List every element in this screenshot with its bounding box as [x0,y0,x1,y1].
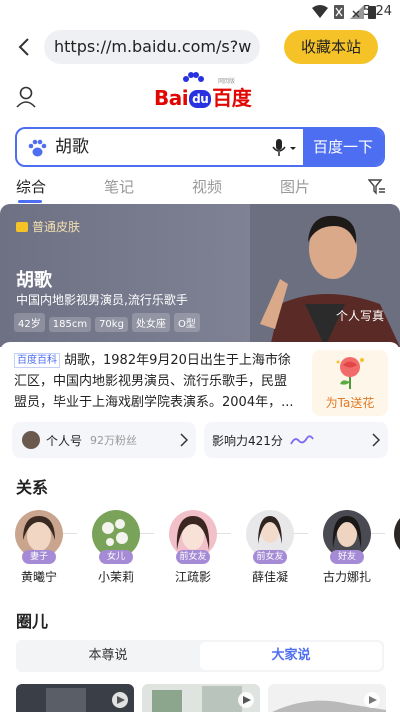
relations-list: 妻子 黄曦宁 女儿 小茉莉 前女友 江疏影 前女友 薛佳凝 好友 古力娜扎 [0,510,400,594]
baike-summary[interactable]: 百度百科 胡歌，1982年9月20日出生于上海市徐汇区，中国内地影视男演员、流行乐… [14,350,298,413]
microphone-icon[interactable] [271,138,297,158]
content-card: 百度百科 胡歌，1982年9月20日出生于上海市徐汇区，中国内地影视男演员、流行乐… [0,342,400,712]
person-photo[interactable] [250,204,400,347]
relation-name: 江疏影 [174,570,211,584]
url-field[interactable]: https://m.baidu.com/s?w [44,30,260,64]
rose-icon [336,357,364,389]
video-thumbnail[interactable] [268,684,386,712]
status-time: 5:24 [362,4,392,19]
relation-role: 好友 [330,550,364,564]
relation-role: 女儿 [99,550,133,564]
circle-thumbnails [0,684,400,712]
influence-button[interactable]: 影响力421分 [204,422,388,458]
browser-bar: https://m.baidu.com/s?w 收藏本站 [0,30,400,64]
tab-notes[interactable]: 笔记 [104,176,134,197]
video-thumbnail[interactable] [16,684,134,712]
logo-tag: 网页版 [218,78,235,85]
status-bar: 5:24 [0,0,400,24]
user-icon[interactable] [16,86,36,108]
chevron-right-icon [372,433,380,447]
paw-logo-icon [183,72,204,82]
info-row: 个人号 92万粉丝 影响力421分 [12,422,388,458]
logo-bai: Bai [154,86,189,110]
relation-connector [63,533,77,534]
personal-account-button[interactable]: 个人号 92万粉丝 [12,422,196,458]
person-tags: 42岁 185cm 70kg 处女座 O型 [14,312,204,332]
seg-everyone-says[interactable]: 大家说 [200,642,382,670]
chevron-right-icon [180,433,188,447]
relation-role: 前女友 [253,550,287,564]
hero-card[interactable]: 普通皮肤 胡歌 中国内地影视男演员,流行乐歌手 42岁 185cm 70kg 处女座 O… [0,204,400,347]
relation-connector [371,533,385,534]
skin-badge[interactable]: 普通皮肤 [16,218,80,235]
relation-avatar-partial[interactable] [394,510,400,558]
tag-zodiac: 处女座 [131,313,170,332]
avatar [22,431,40,449]
baike-badge: 百度百科 [14,353,60,368]
person-name: 胡歌 [16,270,52,291]
influence-label: 影响力421分 [212,434,283,448]
tab-images[interactable]: 图片 [280,176,310,197]
search-box[interactable]: 胡歌 百度一下 [15,127,385,167]
relation-connector [140,533,154,534]
tab-bar: 综合 笔记 视频 图片 [0,176,400,203]
logo-du: du [189,90,212,108]
circle-title: 圈儿 [16,612,49,631]
back-arrow-icon[interactable] [14,36,36,58]
relation-name: 黄曦宁 [20,570,57,584]
seg-self-says[interactable]: 本尊说 [16,640,200,672]
tag-weight: 70kg [95,317,128,332]
relation-connector [217,533,231,534]
page: 5:24 https://m.baidu.com/s?w 收藏本站 Bai du 百… [0,0,400,712]
tab-underline [18,200,42,203]
circle-segmented-control: 本尊说 大家说 [16,640,384,672]
sim-icon [334,5,344,19]
personal-account-label: 个人号 [46,434,83,448]
relation-role: 妻子 [22,550,56,564]
filter-icon[interactable] [368,179,386,195]
baidu-logo[interactable]: Bai du 百度 网页版 [154,72,252,111]
relations-title: 关系 [16,478,49,497]
gift-flower-button[interactable]: 为Ta送花 [312,350,388,416]
person-description: 中国内地影视男演员,流行乐歌手 [16,293,188,307]
crown-icon [16,222,28,232]
wifi-icon [312,5,328,18]
tab-video[interactable]: 视频 [192,176,222,197]
relation-role: 前女友 [176,550,210,564]
tag-blood: O型 [173,313,200,332]
tab-all[interactable]: 综合 [16,176,46,197]
favorite-button[interactable]: 收藏本站 [284,30,378,64]
header: Bai du 百度 网页版 [0,72,400,120]
skin-label: 普通皮肤 [32,220,81,234]
relation-name: 古力娜扎 [322,570,371,584]
gift-label: 为Ta送花 [325,396,375,410]
paw-icon [28,139,47,157]
search-button[interactable]: 百度一下 [303,129,383,165]
logo-baidu-cn: 百度 [212,86,252,110]
trend-icon [290,435,314,445]
video-thumbnail[interactable] [142,684,260,712]
photo-label: 个人写真 [335,309,384,323]
tag-height: 185cm [48,317,92,332]
fans-count: 92万粉丝 [90,434,137,447]
relation-connector [294,533,308,534]
relation-name: 小茉莉 [97,570,134,584]
search-input[interactable]: 胡歌 [55,129,89,165]
tag-age: 42岁 [14,313,45,332]
relation-name: 薛佳凝 [251,570,288,584]
